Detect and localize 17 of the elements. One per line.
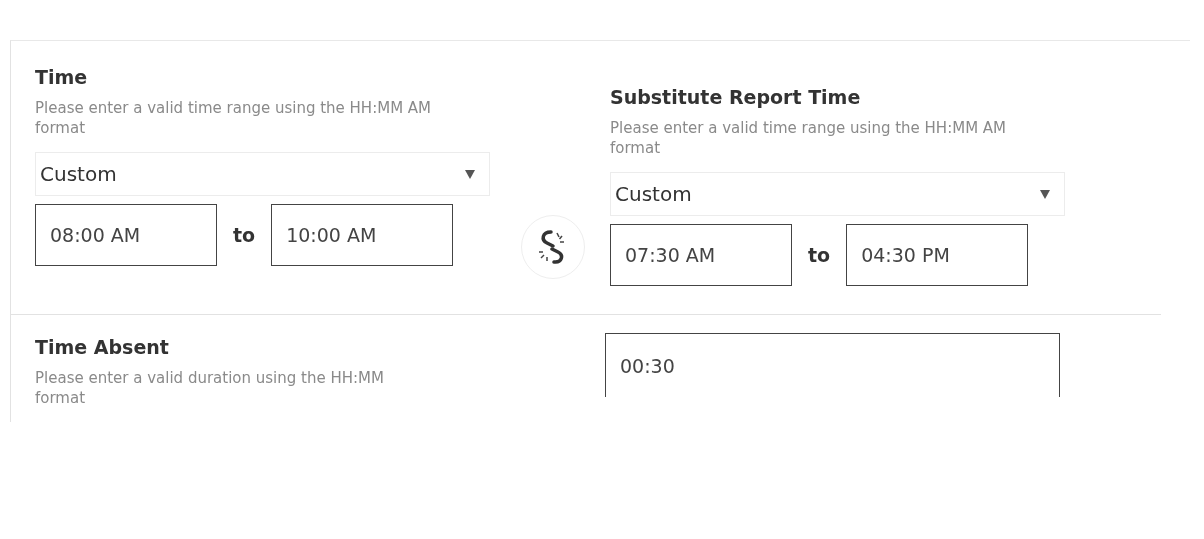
start-time-field[interactable]: 07:30 AM [610, 224, 792, 286]
caret-icon [465, 169, 475, 179]
field-hint: Please enter a valid duration using the HH:MM format [35, 367, 385, 408]
end-time-field[interactable]: 04:30 PM [846, 224, 1029, 286]
duration-field[interactable]: 00:30 [605, 333, 1060, 397]
start-time-field[interactable]: 08:00 AM [35, 204, 217, 266]
field-label: Time [35, 65, 89, 90]
caret-icon [1040, 189, 1050, 199]
field-label: Substitute Report Time [610, 85, 862, 110]
range-separator: to [808, 242, 831, 268]
field-hint: Please enter a valid time range using the HH:MM AM format [610, 117, 1008, 158]
end-time-field[interactable]: 10:00 AM [271, 204, 454, 266]
time-range-dropdown[interactable]: Custom [35, 152, 490, 196]
time-range-dropdown[interactable]: Custom [610, 172, 1065, 216]
field-hint: Please enter a valid time range using the HH:MM AM format [35, 97, 433, 138]
field-label: Time Absent [35, 335, 170, 360]
range-separator: to [233, 222, 256, 248]
